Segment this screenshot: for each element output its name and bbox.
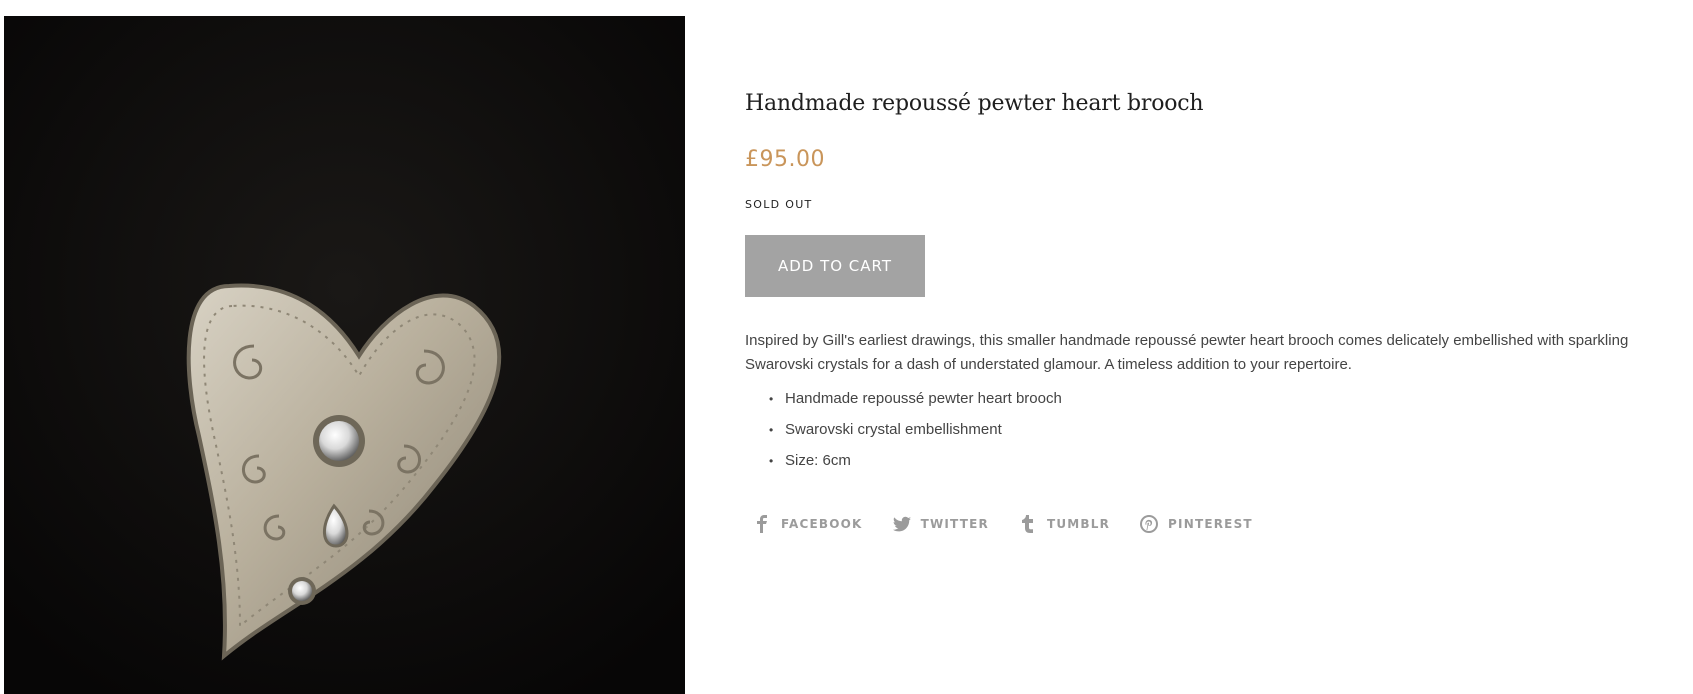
- share-tumblr-label: TUMBLR: [1046, 516, 1111, 531]
- feature-item: • Swarovski crystal embellishment: [745, 420, 1693, 440]
- description-text: Inspired by Gill's earliest drawings, th…: [745, 331, 1629, 373]
- product-price: £95.00: [745, 146, 825, 172]
- twitter-icon: [892, 515, 911, 533]
- product-title: Handmade repoussé pewter heart brooch: [745, 91, 1204, 116]
- feature-text: Handmade repoussé pewter heart brooch: [785, 389, 1062, 407]
- share-facebook-label: FACEBOOK: [781, 516, 863, 531]
- share-tumblr-link[interactable]: TUMBLR: [1011, 514, 1111, 533]
- feature-list: • Handmade repoussé pewter heart brooch •…: [745, 389, 1693, 471]
- share-pinterest-label: PINTEREST: [1168, 516, 1253, 531]
- share-facebook-link[interactable]: FACEBOOK: [745, 514, 863, 533]
- feature-item: • Size: 6cm: [745, 451, 1693, 471]
- social-share-bar: FACEBOOK TWITTER TUMBLR PINTEREST: [745, 514, 1690, 533]
- product-details: Handmade repoussé pewter heart brooch £9…: [745, 90, 1690, 533]
- share-pinterest-link[interactable]: PINTEREST: [1132, 514, 1253, 533]
- feature-text: Size: 6cm: [785, 451, 851, 469]
- product-image[interactable]: [4, 16, 685, 694]
- facebook-icon: [753, 514, 771, 533]
- product-description: Inspired by Gill's earliest drawings, th…: [745, 329, 1693, 471]
- add-to-cart-button[interactable]: ADD TO CART: [745, 234, 925, 297]
- share-twitter-label: TWITTER: [920, 516, 989, 531]
- share-twitter-link[interactable]: TWITTER: [885, 515, 989, 533]
- pinterest-icon: [1140, 514, 1159, 533]
- bullet-icon: •: [769, 453, 774, 468]
- bullet-icon: •: [769, 391, 774, 406]
- availability-status: SOLD OUT: [745, 197, 813, 211]
- product-page: Handmade repoussé pewter heart brooch £9…: [0, 0, 1693, 694]
- feature-item: • Handmade repoussé pewter heart brooch: [745, 389, 1693, 409]
- tumblr-icon: [1019, 514, 1037, 533]
- feature-text: Swarovski crystal embellishment: [785, 420, 1002, 438]
- bullet-icon: •: [769, 422, 774, 437]
- heart-brooch-photo: [4, 16, 685, 694]
